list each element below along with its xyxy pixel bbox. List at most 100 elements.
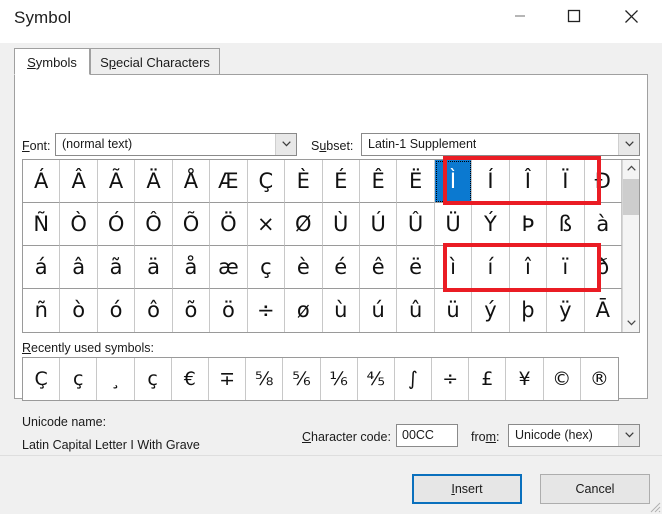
symbol-cell[interactable]: Ã (97, 160, 136, 203)
font-combobox[interactable]: (normal text) (55, 133, 297, 156)
symbol-cell[interactable]: ß (547, 203, 585, 246)
subset-combobox[interactable]: Latin-1 Supplement (361, 133, 640, 156)
symbol-cell[interactable]: à (584, 203, 622, 246)
symbol-cell[interactable]: Ö (210, 203, 248, 246)
symbol-cell[interactable]: á (23, 246, 61, 289)
tab-special-characters[interactable]: Special Characters (90, 48, 220, 75)
scroll-up-button[interactable] (623, 160, 639, 177)
symbol-cell[interactable]: Ā (584, 289, 622, 332)
recently-used-cell[interactable]: ÷ (432, 358, 470, 400)
symbol-cell[interactable]: ë (397, 246, 435, 289)
symbol-cell[interactable]: ê (359, 246, 398, 289)
symbol-cell[interactable]: Õ (172, 203, 211, 246)
symbol-cell[interactable]: Ë (397, 160, 435, 203)
minimize-button[interactable] (497, 0, 543, 32)
symbol-cell[interactable]: ö (210, 289, 248, 332)
symbol-cell[interactable]: ô (135, 289, 173, 332)
symbol-cell[interactable]: Ê (359, 160, 398, 203)
chevron-down-icon[interactable] (618, 134, 639, 155)
symbol-cell[interactable]: Ò (60, 203, 98, 246)
symbol-cell[interactable]: Þ (509, 203, 548, 246)
tab-symbols[interactable]: Symbols (14, 48, 90, 75)
recently-used-cell[interactable]: ⅚ (283, 358, 321, 400)
symbol-cell[interactable]: Û (397, 203, 435, 246)
symbol-cell[interactable]: û (397, 289, 435, 332)
symbol-cell[interactable]: ä (135, 246, 173, 289)
from-combobox[interactable]: Unicode (hex) (508, 424, 640, 447)
recently-used-cell[interactable]: ∫ (395, 358, 433, 400)
symbol-cell[interactable]: Ô (135, 203, 173, 246)
symbol-cell[interactable]: Ý (472, 203, 510, 246)
symbol-cell[interactable]: Î (509, 160, 548, 203)
resize-grip[interactable] (647, 499, 661, 513)
symbol-cell[interactable]: ã (97, 246, 136, 289)
symbol-cell[interactable]: É (322, 160, 360, 203)
symbol-cell[interactable]: Â (60, 160, 98, 203)
symbol-cell[interactable]: ó (97, 289, 136, 332)
insert-button[interactable]: Insert (412, 474, 522, 504)
symbol-cell[interactable]: Å (172, 160, 211, 203)
symbol-cell[interactable]: Ä (135, 160, 173, 203)
recently-used-cell[interactable]: ç (135, 358, 172, 400)
scroll-down-button[interactable] (623, 315, 639, 332)
symbol-cell[interactable]: Ì (434, 160, 473, 203)
symbol-cell[interactable]: ø (285, 289, 323, 332)
symbol-cell[interactable]: Ç (247, 160, 286, 203)
symbol-cell[interactable]: × (247, 203, 286, 246)
symbol-cell[interactable]: Ñ (23, 203, 61, 246)
symbol-cell[interactable]: ü (434, 289, 473, 332)
symbol-cell[interactable]: ý (472, 289, 510, 332)
symbol-cell[interactable]: î (509, 246, 548, 289)
recently-used-cell[interactable]: ∓ (209, 358, 247, 400)
symbol-grid-scrollbar[interactable] (622, 160, 639, 332)
symbol-cell[interactable]: Ð (584, 160, 622, 203)
recently-used-cell[interactable]: ⅙ (321, 358, 358, 400)
symbol-cell[interactable]: é (322, 246, 360, 289)
symbol-cell[interactable]: ú (359, 289, 398, 332)
symbol-cell[interactable]: í (472, 246, 510, 289)
symbol-cell[interactable]: ù (322, 289, 360, 332)
recently-used-cell[interactable]: £ (469, 358, 507, 400)
symbol-cell[interactable]: ç (247, 246, 286, 289)
recently-used-cell[interactable]: ¥ (506, 358, 544, 400)
symbol-cell[interactable]: â (60, 246, 98, 289)
recently-used-cell[interactable]: © (544, 358, 581, 400)
recently-used-cell[interactable]: ® (581, 358, 618, 400)
recently-used-cell[interactable]: ç (60, 358, 98, 400)
symbol-cell[interactable]: è (285, 246, 323, 289)
symbol-cell[interactable]: æ (210, 246, 248, 289)
symbol-cell[interactable]: Ú (359, 203, 398, 246)
symbol-cell[interactable]: Æ (210, 160, 248, 203)
symbol-cell[interactable]: Á (23, 160, 61, 203)
close-button[interactable] (608, 0, 654, 32)
symbol-cell[interactable]: Ü (434, 203, 473, 246)
symbol-cell[interactable]: ÷ (247, 289, 286, 332)
symbol-cell[interactable]: ì (434, 246, 473, 289)
recently-used-cell[interactable]: ¸ (97, 358, 135, 400)
symbol-cell[interactable]: ð (584, 246, 622, 289)
recently-used-cell[interactable]: € (172, 358, 209, 400)
symbol-cell[interactable]: å (172, 246, 211, 289)
symbol-cell[interactable]: ÿ (547, 289, 585, 332)
chevron-down-icon[interactable] (275, 134, 296, 155)
symbol-cell[interactable]: Ù (322, 203, 360, 246)
maximize-button[interactable] (551, 0, 597, 32)
symbol-cell[interactable]: Ï (547, 160, 585, 203)
symbol-cell[interactable]: ò (60, 289, 98, 332)
symbol-cell[interactable]: ï (547, 246, 585, 289)
chevron-down-icon[interactable] (618, 425, 639, 446)
symbol-cell[interactable]: ñ (23, 289, 61, 332)
character-code-input[interactable]: 00CC (396, 424, 458, 447)
symbol-cell[interactable]: Ø (285, 203, 323, 246)
recently-used-cell[interactable]: Ç (23, 358, 61, 400)
symbol-cell[interactable]: Ó (97, 203, 136, 246)
recently-used-cell[interactable]: ⅘ (358, 358, 395, 400)
cancel-button[interactable]: Cancel (540, 474, 650, 504)
symbol-cell[interactable]: þ (509, 289, 548, 332)
recently-used-grid[interactable]: Çç ¸ ç € ∓ ⅝ ⅚ ⅙ ⅘ ∫ ÷ £ ¥ © ® (22, 357, 619, 401)
symbol-cell[interactable]: õ (172, 289, 211, 332)
recently-used-cell[interactable]: ⅝ (246, 358, 284, 400)
symbol-cell[interactable]: Í (472, 160, 510, 203)
symbol-cell[interactable]: È (285, 160, 323, 203)
symbol-grid[interactable]: Á Â Ã Ä Å Æ Ç È É Ê Ë Ì Í Î Ï Ð Ñ Ò Ó Ô Õ Ö × Ø Ù Ú Û Ü Ý Þß à á â ã ä å æ ç è… (23, 160, 622, 332)
